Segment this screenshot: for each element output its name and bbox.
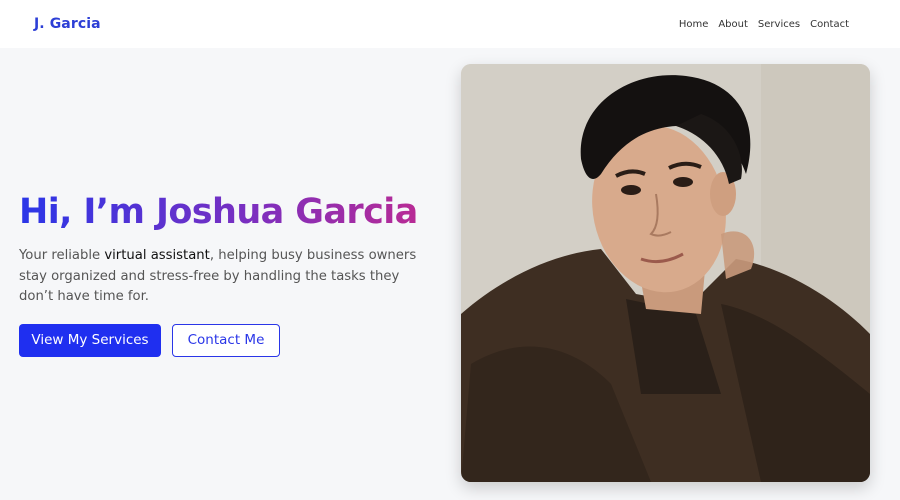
- view-services-button[interactable]: View My Services: [19, 323, 161, 357]
- nav-link-services[interactable]: Services: [758, 19, 800, 30]
- hero-description-start: Your reliable: [19, 248, 105, 263]
- hero-description-emphasis: virtual assistant: [104, 248, 210, 263]
- portrait-illustration: [461, 64, 870, 482]
- contact-me-button[interactable]: Contact Me: [172, 323, 280, 357]
- brand-logo[interactable]: J. Garcia: [34, 16, 101, 32]
- hero-title: Hi, I’m Joshua Garcia: [19, 190, 439, 234]
- hero-buttons: View My Services Contact Me: [19, 323, 439, 357]
- nav-links: Home About Services Contact: [679, 19, 849, 30]
- navbar: J. Garcia Home About Services Contact: [0, 0, 900, 48]
- nav-link-home[interactable]: Home: [679, 19, 709, 30]
- nav-link-contact[interactable]: Contact: [810, 19, 849, 30]
- profile-photo: [461, 64, 870, 482]
- nav-link-about[interactable]: About: [718, 19, 748, 30]
- hero-section: Hi, I’m Joshua Garcia Your reliable virt…: [19, 190, 439, 357]
- hero-description: Your reliable virtual assistant, helping…: [19, 246, 424, 308]
